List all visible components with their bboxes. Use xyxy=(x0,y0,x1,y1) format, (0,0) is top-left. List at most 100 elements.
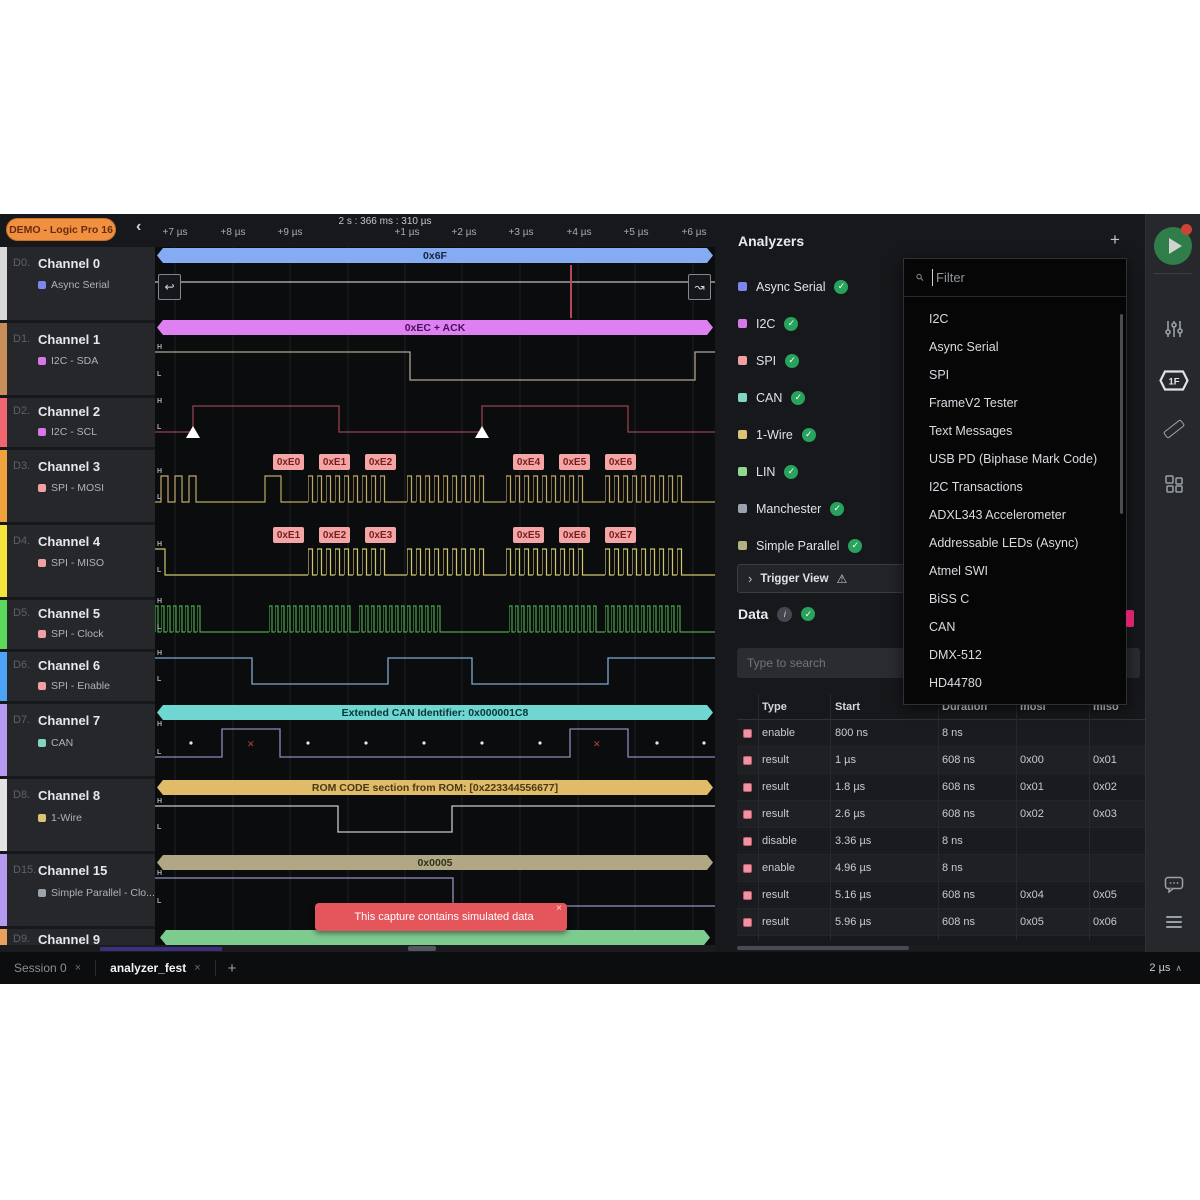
analyzer-option[interactable]: I2C xyxy=(904,305,1126,333)
analyzer-tag[interactable]: SPI - MISO xyxy=(38,557,104,569)
enabled-check-icon[interactable] xyxy=(784,464,799,479)
timeline-ruler[interactable]: +7 µs +8 µs +9 µs +1 µs +2 µs +3 µs +4 µs +5 µs… xyxy=(155,227,715,243)
mosi-byte-badge: 0xE2 xyxy=(365,454,396,470)
analyzer-tag[interactable]: SPI - Enable xyxy=(38,680,110,692)
collapse-sidebar-icon[interactable]: ‹ xyxy=(136,218,141,236)
channel-row-d1[interactable]: D1. Channel 1 I2C - SDA xyxy=(0,323,155,395)
analyzer-option[interactable]: DMX-512 xyxy=(904,641,1126,669)
capture-settings-icon[interactable] xyxy=(1146,319,1200,339)
measure-ruler-icon[interactable] xyxy=(1146,419,1200,439)
frame-bar-can[interactable]: Extended CAN Identifier: 0x000001C8 xyxy=(157,705,713,720)
enabled-check-icon[interactable] xyxy=(791,390,806,405)
analyzer-tag[interactable]: I2C - SDA xyxy=(38,355,98,367)
toast-close-icon[interactable] xyxy=(556,903,562,914)
analyzer-tag[interactable]: SPI - MOSI xyxy=(38,482,104,494)
frame-bar-parallel[interactable]: 0x0005 xyxy=(157,855,713,870)
tab-session-0[interactable]: Session 0 xyxy=(0,952,95,984)
analyzer-option[interactable]: USB PD (Biphase Mark Code) xyxy=(904,445,1126,473)
enabled-check-icon[interactable] xyxy=(830,501,845,516)
waveform-viewport[interactable]: ✕ ✕ 0x6F 0xEC + ACK Extended CAN Identif… xyxy=(155,247,715,946)
analyzer-tag[interactable]: 1-Wire xyxy=(38,812,82,824)
frame-bar-i2c[interactable]: 0xEC + ACK xyxy=(157,320,713,335)
channel-index: D7. xyxy=(13,714,31,726)
data-table-row[interactable]: result 1.8 µs 608 ns 0x01 0x02 xyxy=(737,774,1145,801)
analyzer-tag[interactable]: SPI - Clock xyxy=(38,628,104,640)
analyzer-option[interactable]: Async Serial xyxy=(904,333,1126,361)
main-menu-icon[interactable] xyxy=(1146,916,1200,928)
col-type[interactable]: Type xyxy=(762,701,787,713)
channel-row-d7[interactable]: D7. Channel 7 CAN xyxy=(0,704,155,776)
data-table-row[interactable]: enable 4.96 µs 8 ns xyxy=(737,855,1145,882)
frame-bar-1wire[interactable]: ROM CODE section from ROM: [0x2233445566… xyxy=(157,780,713,795)
channel-row-d4[interactable]: D4. Channel 4 SPI - MISO xyxy=(0,525,155,597)
hscrollbar-thumb[interactable] xyxy=(408,946,436,951)
analyzer-tag[interactable]: Async Serial xyxy=(38,279,109,291)
data-table-row[interactable]: result 5.96 µs 608 ns 0x05 0x06 xyxy=(737,909,1145,936)
analyzer-label: CAN xyxy=(756,390,783,405)
table-hscrollbar[interactable] xyxy=(737,945,1145,951)
device-1f-badge[interactable]: 1F xyxy=(1146,369,1200,392)
toolbar-divider xyxy=(1154,273,1192,274)
channel-row-d8[interactable]: D8. Channel 8 1-Wire xyxy=(0,779,155,851)
data-table-row[interactable]: result 5.16 µs 608 ns 0x04 0x05 xyxy=(737,882,1145,909)
channel-row-d5[interactable]: D5. Channel 5 SPI - Clock xyxy=(0,600,155,649)
enabled-check-icon[interactable] xyxy=(834,279,849,294)
frame-bar-ch9[interactable] xyxy=(160,930,710,945)
filter-input[interactable] xyxy=(932,269,1114,286)
channel-row-d2[interactable]: D2. Channel 2 I2C - SCL xyxy=(0,398,155,447)
channel-row-d6[interactable]: D6. Channel 6 SPI - Enable xyxy=(0,652,155,701)
analyzer-option[interactable]: BiSS C xyxy=(904,585,1126,613)
close-icon[interactable] xyxy=(194,962,200,974)
analyzer-option[interactable]: SPI xyxy=(904,361,1126,389)
analyzer-label: LIN xyxy=(756,464,776,479)
enabled-check-icon[interactable] xyxy=(801,427,816,442)
analyzer-option[interactable]: Addressable LEDs (Async) xyxy=(904,529,1126,557)
analyzer-option[interactable]: CAN xyxy=(904,613,1126,641)
demo-badge[interactable]: DEMO - Logic Pro 16 xyxy=(6,218,116,241)
feedback-chat-icon[interactable] xyxy=(1146,876,1200,893)
data-table-row[interactable]: disable 3.36 µs 8 ns xyxy=(737,828,1145,855)
channel-row-d15[interactable]: D15. Channel 15 Simple Parallel - Clo... xyxy=(0,854,155,926)
layout-grid-icon[interactable] xyxy=(1146,474,1200,494)
analyzer-option[interactable]: HD44780 xyxy=(904,669,1126,697)
analyzer-dot xyxy=(38,357,46,365)
analyzer-option[interactable]: ADXL343 Accelerometer xyxy=(904,501,1126,529)
data-table-row[interactable]: result 1 µs 608 ns 0x00 0x01 xyxy=(737,747,1145,774)
dropdown-scrollbar[interactable] xyxy=(1120,314,1123,514)
analyzer-tag-label: 1-Wire xyxy=(51,812,82,824)
add-analyzer-button[interactable]: + xyxy=(1110,230,1120,250)
analyzer-option[interactable]: Text Messages xyxy=(904,417,1126,445)
enabled-check-icon[interactable] xyxy=(784,316,799,331)
data-table-row[interactable]: enable 800 ns 8 ns xyxy=(737,720,1145,747)
play-icon xyxy=(1168,238,1182,254)
tab-analyzer-fest[interactable]: analyzer_fest xyxy=(96,952,214,984)
analyzer-tag[interactable]: I2C - SCL xyxy=(38,426,97,438)
analyzer-option[interactable]: I2C Transactions xyxy=(904,473,1126,501)
col-start[interactable]: Start xyxy=(835,701,860,713)
level-label-h: H xyxy=(157,870,163,877)
zoom-level-indicator[interactable]: 2 µs xyxy=(1149,952,1182,984)
analyzer-option[interactable]: FrameV2 Tester xyxy=(904,389,1126,417)
data-table-row[interactable]: result 2.6 µs 608 ns 0x02 0x03 xyxy=(737,801,1145,828)
analyzer-tag[interactable]: CAN xyxy=(38,737,73,749)
channel-row-d3[interactable]: D3. Channel 3 SPI - MOSI xyxy=(0,450,155,522)
new-tab-button[interactable]: + xyxy=(216,960,249,977)
filter-row[interactable] xyxy=(904,259,1126,297)
enabled-check-icon[interactable] xyxy=(785,353,800,368)
analyzer-label: Simple Parallel xyxy=(756,538,840,553)
info-icon[interactable] xyxy=(777,606,793,622)
cell-type: enable xyxy=(762,727,796,739)
close-icon[interactable] xyxy=(75,962,81,974)
trigger-view-button[interactable]: Trigger View xyxy=(737,564,905,593)
cell-type: enable xyxy=(762,862,796,874)
frame-bar-async[interactable]: 0x6F xyxy=(157,248,713,263)
channel-row-d0[interactable]: D0. Channel 0 Async Serial xyxy=(0,247,155,320)
data-check-icon[interactable] xyxy=(801,607,816,621)
playhead-marker[interactable] xyxy=(570,265,572,318)
cell-start: 5.16 µs xyxy=(835,889,872,901)
analyzer-tag[interactable]: Simple Parallel - Clo... xyxy=(38,887,155,899)
enabled-check-icon[interactable] xyxy=(848,538,863,553)
table-scrollbar-thumb[interactable] xyxy=(737,946,909,950)
channel-index: D4. xyxy=(13,535,31,547)
analyzer-option[interactable]: Atmel SWI xyxy=(904,557,1126,585)
